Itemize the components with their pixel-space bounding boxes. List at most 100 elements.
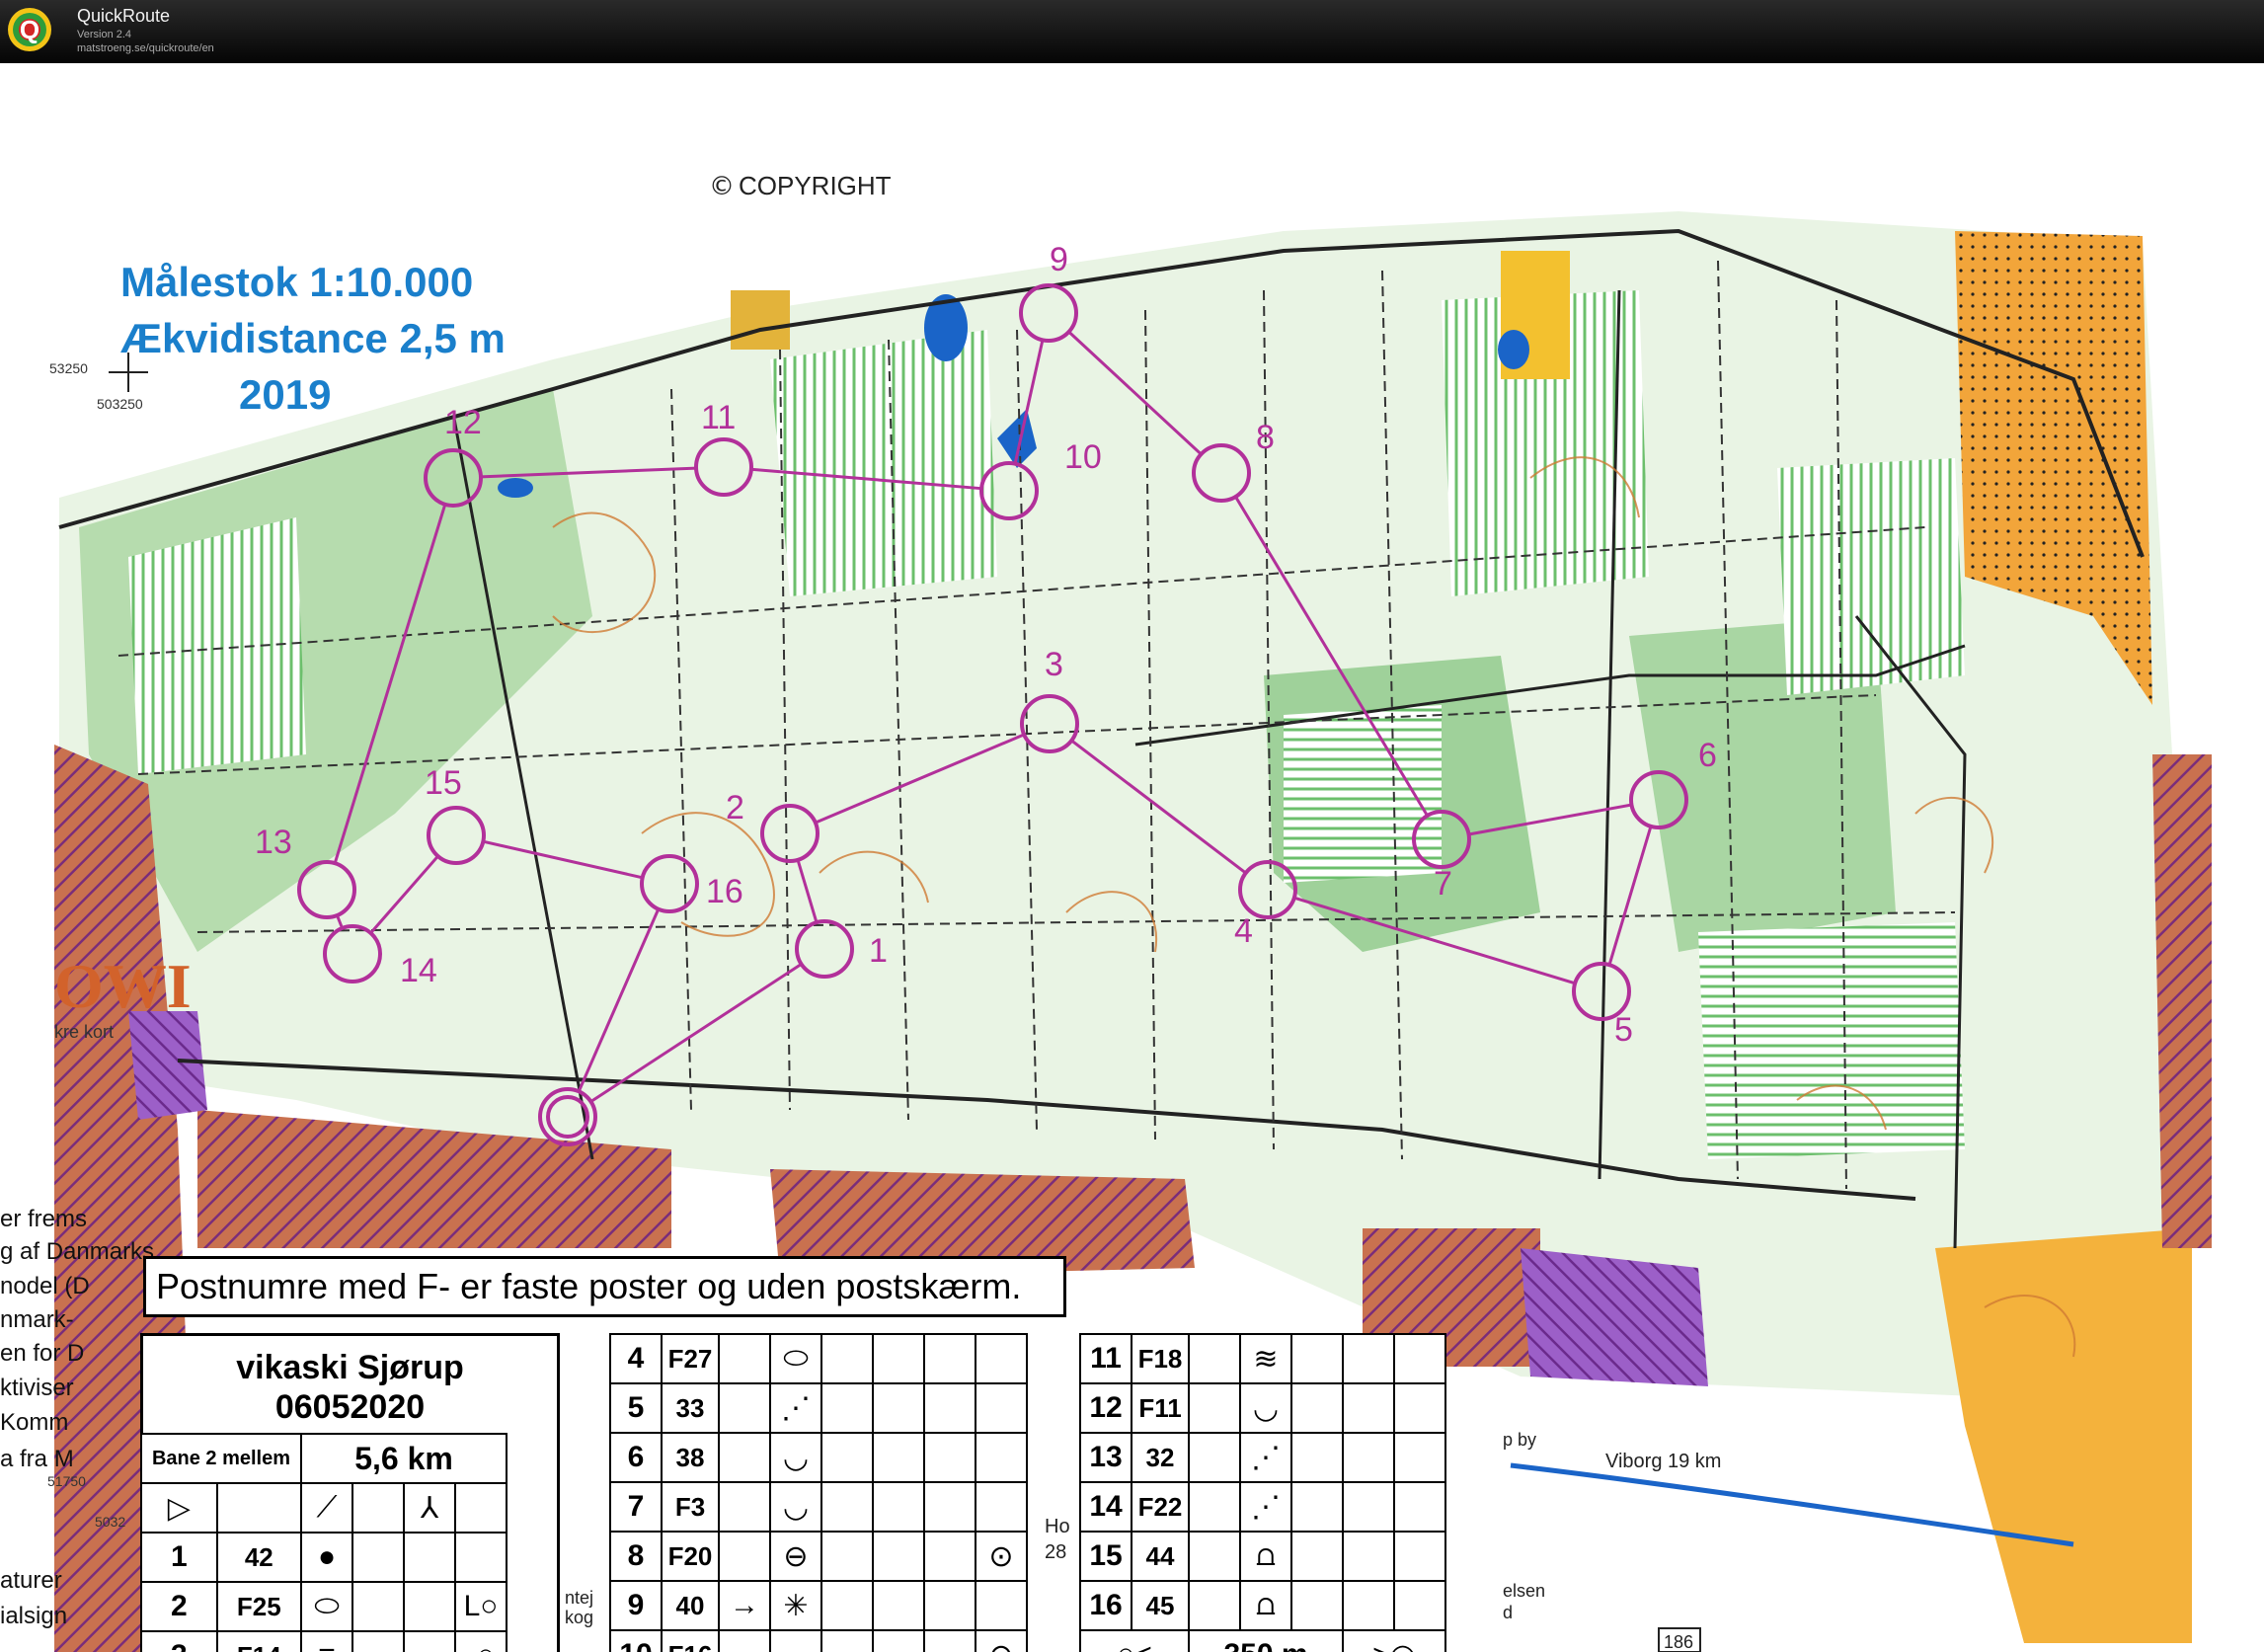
- control-row-cell: [923, 1629, 976, 1652]
- app-version: Version 2.4: [77, 29, 132, 40]
- control-position-icon: [975, 1432, 1028, 1483]
- control-row-code: 45: [1131, 1580, 1190, 1631]
- road-sign-text: Viborg 19 km: [1605, 1451, 1721, 1472]
- control-number-2: 2: [726, 789, 744, 826]
- control-row-cell: ⬭: [300, 1581, 353, 1632]
- control-row-cell: [1342, 1382, 1395, 1434]
- left-text-fragment: g af Danmarks: [0, 1238, 154, 1265]
- control-row: 9 40 → ✳: [609, 1580, 1028, 1631]
- side-caption: kre kort: [54, 1022, 114, 1042]
- control-row-direction: [718, 1481, 771, 1533]
- control-number-8: 8: [1256, 419, 1275, 456]
- control-table-c: 11F18 ≋ 12F11 ◡ 1332 ⋰ 14F22 ⋰ 1544 ⩍ 1645 ⩍ ○< 350…: [1079, 1333, 1446, 1652]
- control-position-icon: [1393, 1432, 1446, 1483]
- control-row-code: F14: [215, 1630, 303, 1652]
- control-number-12: 12: [444, 404, 482, 441]
- control-number-3: 3: [1045, 646, 1063, 683]
- map-contour-text: Ækvidistance 2,5 m: [120, 315, 506, 361]
- control-row-cell: [351, 1581, 405, 1632]
- quickroute-logo-icon: Q: [8, 8, 51, 51]
- app-name: QuickRoute: [77, 6, 171, 26]
- control-row-code: F3: [661, 1481, 720, 1533]
- control-number-7: 7: [1434, 865, 1452, 903]
- road-number: 186: [1664, 1632, 1693, 1652]
- control-row-cell: [820, 1580, 874, 1631]
- control-position-icon: ⊙: [975, 1629, 1028, 1652]
- control-table-a: Bane 2 mellem 5,6 km ▷ ⟋ ⅄ 142●2F25⬭L○3F…: [140, 1433, 507, 1652]
- control-row-cell: [454, 1532, 507, 1583]
- control-row-direction: [1188, 1432, 1241, 1483]
- control-row-direction: [718, 1629, 771, 1652]
- control-row-number: 1: [140, 1532, 218, 1583]
- map-scale-text: Målestok 1:10.000: [120, 259, 473, 305]
- control-row-cell: [351, 1532, 405, 1583]
- control-row-code: 33: [661, 1382, 720, 1434]
- control-row-cell: [820, 1481, 874, 1533]
- control-row-cell: [872, 1382, 925, 1434]
- control-position-icon: [1393, 1531, 1446, 1582]
- control-feature-icon: ⊖: [769, 1531, 822, 1582]
- control-feature-icon: ⋰: [1239, 1432, 1292, 1483]
- control-feature-icon: ◡: [769, 1629, 822, 1652]
- control-row-code: F20: [661, 1531, 720, 1582]
- control-row-cell: [872, 1333, 925, 1384]
- control-row-cell: [820, 1531, 874, 1582]
- control-row-number: 15: [1079, 1531, 1132, 1582]
- control-row-number: 9: [609, 1580, 663, 1631]
- control-row-number: 16: [1079, 1580, 1132, 1631]
- control-row: 6 38 ◡: [609, 1432, 1028, 1483]
- yellow-field-west: [731, 290, 790, 350]
- side-logo-text: OWI: [54, 951, 192, 1021]
- control-row-code: F16: [661, 1629, 720, 1652]
- control-row: 16 45 ⩍: [1079, 1580, 1446, 1631]
- control-row-code: F22: [1131, 1481, 1190, 1533]
- control-row: 5 33 ⋰: [609, 1382, 1028, 1434]
- control-row-cell: [403, 1581, 456, 1632]
- control-row-direction: [1188, 1333, 1241, 1384]
- app-url[interactable]: matstroeng.se/quickroute/en: [77, 42, 214, 54]
- copyright-symbol: ©: [709, 172, 735, 201]
- misc-text-elsen: elsen: [1503, 1581, 1545, 1601]
- purple-area-south: [1521, 1248, 1708, 1386]
- purple-area-west: [128, 1011, 207, 1120]
- control-number-15: 15: [425, 764, 462, 802]
- control-row-cell: [872, 1629, 925, 1652]
- control-row-cell: [872, 1531, 925, 1582]
- control-feature-icon: ⩍: [1239, 1531, 1292, 1582]
- finish-circle-icon: >◎: [1342, 1629, 1446, 1652]
- control-row: 14 F22 ⋰: [1079, 1481, 1446, 1533]
- control-position-icon: [975, 1382, 1028, 1434]
- lake-2: [1498, 330, 1529, 369]
- control-row-cell: [923, 1333, 976, 1384]
- control-row-cell: [1290, 1432, 1344, 1483]
- grid-label-3: 51750: [47, 1473, 86, 1489]
- control-position-icon: [1393, 1580, 1446, 1631]
- control-row-cell: [820, 1629, 874, 1652]
- control-row-code: 42: [215, 1532, 303, 1583]
- control-row-cell: L○: [454, 1581, 507, 1632]
- control-row-cell: [923, 1580, 976, 1631]
- private-area-east: [2152, 754, 2212, 1248]
- left-text-fragment: nmark-: [0, 1306, 74, 1333]
- control-card-right: 11F18 ≋ 12F11 ◡ 1332 ⋰ 14F22 ⋰ 1544 ⩍ 1645 ⩍ ○< 350…: [1079, 1333, 1504, 1652]
- control-row-cell: [1342, 1580, 1395, 1631]
- control-row: 3F14≡ -○: [140, 1630, 507, 1652]
- control-feature-icon: ⩍: [1239, 1580, 1292, 1631]
- control-row-number: 7: [609, 1481, 663, 1533]
- control-row-cell: [820, 1333, 874, 1384]
- left-text-fragment: ktiviser: [0, 1375, 74, 1401]
- control-row-cell: [872, 1481, 925, 1533]
- control-row-code: F25: [215, 1581, 303, 1632]
- map-viewer[interactable]: Målestok 1:10.000 Ækvidistance 2,5 m 201…: [0, 63, 2264, 1652]
- control-row: 12 F11 ◡: [1079, 1382, 1446, 1434]
- left-text-fragment: aturer: [0, 1567, 62, 1594]
- control-position-icon: [1393, 1333, 1446, 1384]
- control-row-cell: [923, 1382, 976, 1434]
- map-year-text: 2019: [239, 371, 331, 418]
- control-row: 4 F27 ⬭: [609, 1333, 1028, 1384]
- svg-text:Q: Q: [20, 15, 39, 44]
- control-feature-icon: ≋: [1239, 1333, 1292, 1384]
- control-number-10: 10: [1064, 438, 1102, 476]
- control-row-number: 10: [609, 1629, 663, 1652]
- event-date: 06052020: [274, 1388, 426, 1426]
